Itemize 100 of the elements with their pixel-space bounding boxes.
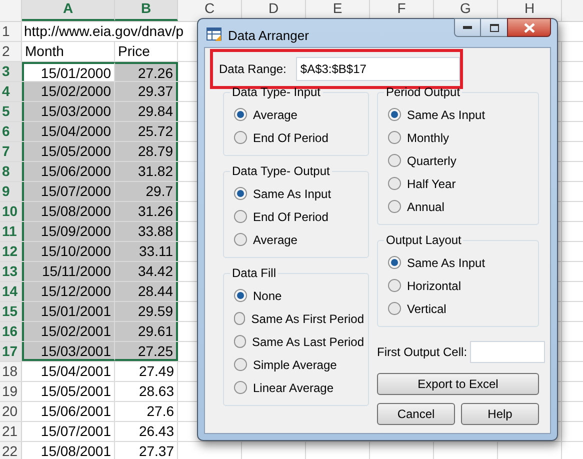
radio-button[interactable] bbox=[388, 177, 401, 190]
table-cell: 27.26 bbox=[115, 62, 178, 81]
row-header[interactable]: 16 bbox=[0, 322, 22, 341]
table-cell: 15/11/2000 bbox=[22, 262, 115, 281]
table-cell: 15/04/2000 bbox=[22, 122, 115, 141]
radio-button[interactable] bbox=[388, 200, 401, 213]
table-cell: 29.37 bbox=[115, 82, 178, 101]
table-cell: 15/03/2000 bbox=[22, 102, 115, 121]
export-button[interactable]: Export to Excel bbox=[377, 373, 539, 395]
row-header[interactable]: 4 bbox=[0, 82, 22, 101]
field-label: Data Range: bbox=[219, 61, 286, 78]
radio-button[interactable] bbox=[388, 256, 401, 269]
cancel-button[interactable]: Cancel bbox=[377, 403, 455, 425]
radio-label: Same As Input bbox=[253, 186, 332, 202]
radio-button[interactable] bbox=[234, 312, 246, 325]
row-header[interactable]: 18 bbox=[0, 362, 22, 381]
group-title: Data Fill bbox=[231, 265, 278, 282]
table-cell: 29.59 bbox=[115, 302, 178, 321]
column-header[interactable]: B bbox=[115, 0, 178, 21]
row-header[interactable]: 21 bbox=[0, 422, 22, 441]
table-cell: 25.72 bbox=[115, 122, 178, 141]
table-cell: 15/05/2000 bbox=[22, 142, 115, 161]
minimize-button[interactable] bbox=[454, 18, 481, 37]
table-cell: 15/08/2000 bbox=[22, 202, 115, 221]
table-cell: 15/08/2001 bbox=[22, 442, 115, 459]
table-cell: 31.26 bbox=[115, 202, 178, 221]
table-cell: 29.61 bbox=[115, 322, 178, 341]
radio-button[interactable] bbox=[388, 302, 401, 315]
row-header[interactable]: 9 bbox=[0, 182, 22, 201]
radio-label: End Of Period bbox=[253, 130, 328, 146]
table-cell: 15/03/2001 bbox=[22, 342, 115, 361]
group-title: Data Type- Input bbox=[231, 84, 322, 101]
row-header[interactable]: 10 bbox=[0, 202, 22, 221]
row-header[interactable]: 3 bbox=[0, 62, 22, 81]
row-header[interactable]: 19 bbox=[0, 382, 22, 401]
row-header[interactable]: 12 bbox=[0, 242, 22, 261]
radio-button[interactable] bbox=[388, 131, 401, 144]
radio-label: Average bbox=[253, 232, 298, 248]
minimize-icon bbox=[463, 26, 472, 29]
table-cell: 27.37 bbox=[115, 442, 178, 459]
row-header[interactable]: 5 bbox=[0, 102, 22, 121]
field-label: First Output Cell: bbox=[377, 344, 468, 361]
row-header[interactable]: 20 bbox=[0, 402, 22, 421]
row-header[interactable]: 8 bbox=[0, 162, 22, 181]
row-header[interactable]: 11 bbox=[0, 222, 22, 241]
maximize-button[interactable] bbox=[481, 18, 507, 37]
row-header[interactable]: 14 bbox=[0, 282, 22, 301]
radio-button[interactable] bbox=[234, 381, 247, 394]
table-cell: 15/09/2000 bbox=[22, 222, 115, 241]
radio-button[interactable] bbox=[234, 108, 247, 121]
row-header[interactable]: 6 bbox=[0, 122, 22, 141]
table-cell: 15/06/2001 bbox=[22, 402, 115, 421]
help-button[interactable]: Help bbox=[461, 403, 539, 425]
table-cell: 27.25 bbox=[115, 342, 178, 361]
column-header[interactable]: A bbox=[22, 0, 115, 21]
radio-label: Quarterly bbox=[407, 152, 456, 170]
table-cell: 29.7 bbox=[115, 182, 178, 201]
radio-button[interactable] bbox=[234, 335, 246, 348]
row-header[interactable]: 17 bbox=[0, 342, 22, 361]
table-cell: 28.79 bbox=[115, 142, 178, 161]
input-field[interactable] bbox=[470, 341, 546, 363]
table-cell: 33.88 bbox=[115, 222, 178, 241]
close-button[interactable] bbox=[507, 18, 551, 37]
radio-button[interactable] bbox=[388, 154, 401, 167]
radio-button[interactable] bbox=[234, 289, 247, 302]
table-cell: 15/05/2001 bbox=[22, 382, 115, 401]
table-cell: 27.6 bbox=[115, 402, 178, 421]
table-cell: 29.84 bbox=[115, 102, 178, 121]
radio-label: Same As Input bbox=[407, 254, 486, 272]
radio-label: Linear Average bbox=[253, 380, 334, 396]
radio-label: Half Year bbox=[407, 176, 456, 192]
table-cell: 15/07/2000 bbox=[22, 182, 115, 201]
row-header[interactable]: 13 bbox=[0, 262, 22, 281]
row-header[interactable]: 15 bbox=[0, 302, 22, 321]
row-header[interactable]: 7 bbox=[0, 142, 22, 161]
cell-text: http://www.eia.gov/dnav/p bbox=[24, 22, 184, 41]
radio-button[interactable] bbox=[234, 233, 247, 246]
radio-button[interactable] bbox=[234, 210, 247, 223]
table-cell: 33.11 bbox=[115, 242, 178, 261]
radio-button[interactable] bbox=[388, 108, 401, 121]
radio-button[interactable] bbox=[234, 358, 247, 371]
row-header[interactable]: 2 bbox=[0, 42, 22, 61]
radio-button[interactable] bbox=[234, 131, 247, 144]
table-cell: Month bbox=[22, 42, 115, 61]
table-cell: 15/07/2001 bbox=[22, 422, 115, 441]
table-cell: 15/06/2000 bbox=[22, 162, 115, 181]
radio-button[interactable] bbox=[388, 279, 401, 292]
table-cell: 28.63 bbox=[115, 382, 178, 401]
table-cell: 26.43 bbox=[115, 422, 178, 441]
radio-button[interactable] bbox=[234, 187, 247, 200]
group-title: Data Type- Output bbox=[231, 163, 331, 180]
table-cell: 15/12/2000 bbox=[22, 282, 115, 301]
row-header[interactable]: 1 bbox=[0, 22, 22, 41]
row-header[interactable]: 22 bbox=[0, 442, 22, 459]
table-cell: 15/04/2001 bbox=[22, 362, 115, 381]
input-field[interactable]: $A$3:$B$17 bbox=[296, 57, 460, 81]
radio-label: Annual bbox=[407, 198, 444, 216]
radio-label: Monthly bbox=[407, 130, 450, 146]
radio-label: Average bbox=[253, 106, 298, 124]
radio-label: None bbox=[253, 288, 282, 304]
